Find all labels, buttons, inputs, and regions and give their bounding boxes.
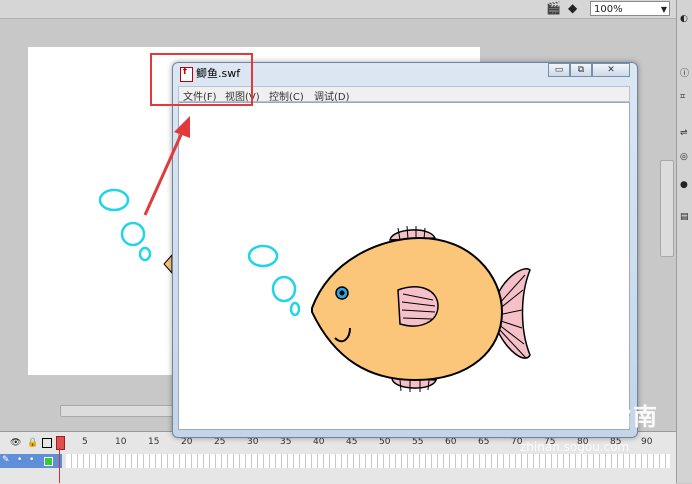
frame-tick: 50 xyxy=(379,437,391,447)
frame-tick: 5 xyxy=(82,437,88,447)
sogou-logo-icon: S xyxy=(522,397,550,425)
menu-debug[interactable]: 调试(D) xyxy=(314,88,350,103)
layer-row[interactable]: ✎ • • xyxy=(0,454,62,468)
playhead[interactable] xyxy=(56,436,65,450)
menu-control[interactable]: 控制(C) xyxy=(269,88,304,103)
vertical-scrollbar[interactable] xyxy=(660,160,674,257)
zoom-value: 100% xyxy=(594,4,623,15)
side-fin xyxy=(397,286,439,327)
playhead-line xyxy=(59,448,60,483)
bubble xyxy=(271,275,297,303)
arrow-head xyxy=(174,116,190,138)
visible-dot-icon[interactable]: • xyxy=(17,455,22,465)
frame-cells[interactable] xyxy=(66,454,670,468)
bubble xyxy=(247,244,279,268)
tool-icon[interactable]: ◐ xyxy=(680,14,688,24)
frame-tick: 25 xyxy=(214,437,226,447)
frame-tick: 40 xyxy=(313,437,325,447)
edit-scene-icon[interactable]: 🎬 xyxy=(546,1,561,15)
lock-dot-icon[interactable]: • xyxy=(29,455,34,465)
eye-icon[interactable]: 👁 xyxy=(10,438,21,448)
frame-tick: 55 xyxy=(412,437,424,447)
watermark-url: zhinan.sogou.com xyxy=(520,440,630,454)
frame-tick: 90 xyxy=(641,437,653,447)
chevron-down-icon: ▼ xyxy=(660,5,667,14)
frame-tick: 10 xyxy=(115,437,127,447)
edit-symbol-icon[interactable]: ◆ xyxy=(568,1,577,15)
main-toolbar xyxy=(0,0,692,19)
fish-pupil xyxy=(339,290,345,296)
annotation-arrow xyxy=(143,116,190,216)
frame-tick: 30 xyxy=(247,437,259,447)
zoom-select[interactable]: 100% ▼ xyxy=(590,1,670,16)
swatch-icon[interactable]: ● xyxy=(680,180,688,190)
library-icon[interactable]: ▤ xyxy=(680,212,689,222)
frame-tick: 35 xyxy=(280,437,292,447)
outline-icon[interactable] xyxy=(42,438,52,448)
frame-tick: 45 xyxy=(346,437,358,447)
bubble xyxy=(120,221,146,247)
watermark-text: 搜狗指南 xyxy=(555,403,659,431)
frame-tick: 65 xyxy=(478,437,490,447)
align-icon[interactable]: ⇌ xyxy=(680,128,688,138)
info-icon[interactable]: ⓘ xyxy=(680,66,689,79)
title-highlight-box xyxy=(150,53,253,106)
minimize-button[interactable]: ▭ xyxy=(548,63,570,77)
frame-tick: 15 xyxy=(148,437,160,447)
color-icon[interactable]: ◎ xyxy=(680,152,688,162)
bubble xyxy=(98,188,130,212)
transform-icon[interactable]: ⌗ xyxy=(680,92,685,102)
frame-tick: 20 xyxy=(181,437,193,447)
bubble xyxy=(138,246,152,262)
fish-illustration xyxy=(247,225,531,392)
restore-button[interactable]: ⧉ xyxy=(570,63,592,77)
arrow-shaft xyxy=(143,127,186,216)
lock-icon[interactable]: 🔒 xyxy=(27,438,38,448)
tools-panel: ◐ ⓘ ⌗ ⇌ ◎ ● ▤ xyxy=(676,0,692,483)
layer-color-icon[interactable] xyxy=(44,457,53,466)
pencil-icon: ✎ xyxy=(2,455,10,465)
close-button[interactable]: ✕ xyxy=(592,63,630,77)
frame-tick: 60 xyxy=(445,437,457,447)
fish-fragment xyxy=(163,253,173,275)
bubble xyxy=(289,301,301,317)
